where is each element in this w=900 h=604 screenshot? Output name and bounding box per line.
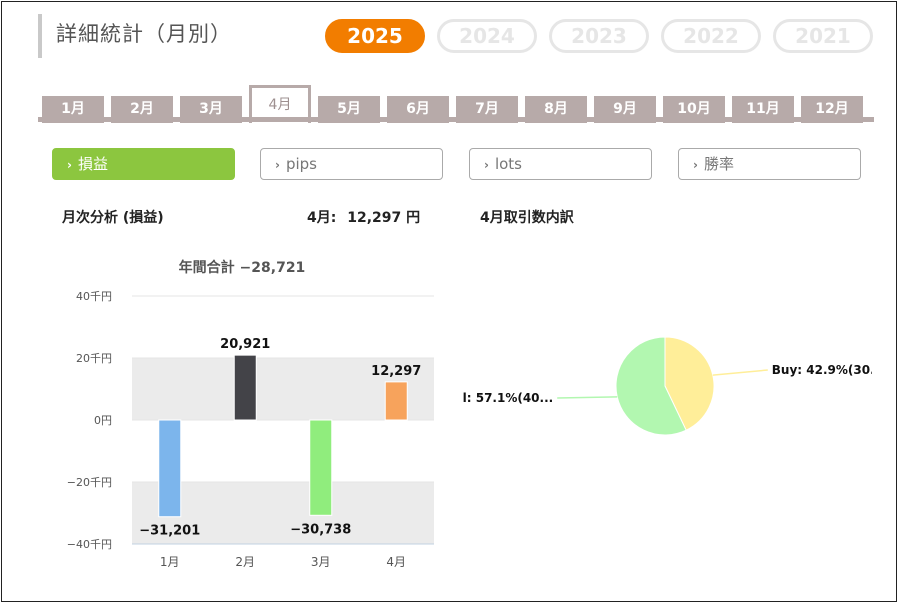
breakdown-title: 4月取引数内訳 bbox=[480, 210, 574, 226]
y-tick-label: 0円 bbox=[94, 414, 112, 427]
chevron-right-icon: › bbox=[67, 158, 72, 172]
tabs-underline bbox=[38, 117, 874, 122]
y-tick-label: −20千円 bbox=[67, 476, 112, 489]
page-title: 詳細統計（月別） bbox=[38, 14, 232, 58]
chevron-right-icon: › bbox=[484, 158, 489, 172]
chart-title: 年間合計 −28,721 bbox=[179, 259, 306, 276]
year-button-2022[interactable]: 2022 bbox=[661, 19, 761, 53]
x-tick-label: 2月 bbox=[235, 555, 255, 569]
bar bbox=[158, 419, 182, 518]
pie-connector bbox=[557, 396, 618, 399]
current-month-value: 12,297 円 bbox=[347, 210, 421, 226]
pie-label: Sell: 57.1%(40... bbox=[462, 391, 553, 405]
year-button-2024[interactable]: 2024 bbox=[437, 19, 537, 53]
pie-label: Buy: 42.9%(30... bbox=[772, 363, 872, 377]
y-tick-label: 20千円 bbox=[76, 352, 112, 365]
data-label: 20,921 bbox=[220, 337, 270, 352]
bar bbox=[384, 381, 408, 421]
chevron-right-icon: › bbox=[275, 158, 280, 172]
data-label: −31,201 bbox=[139, 524, 200, 539]
y-tick-label: 40千円 bbox=[76, 290, 112, 303]
x-tick-label: 1月 bbox=[160, 555, 180, 569]
year-button-2021[interactable]: 2021 bbox=[773, 19, 873, 53]
metric-button-2[interactable]: › lots bbox=[469, 148, 652, 180]
stats-panel: 詳細統計（月別） 2025 2024 2023 2022 2021 1月 2月 3月 4月 5月… bbox=[1, 1, 897, 602]
bar bbox=[233, 354, 257, 421]
metric-label: 損益 bbox=[77, 155, 108, 173]
metric-button-1[interactable]: › pips bbox=[260, 148, 443, 180]
page-title-text: 詳細統計（月別） bbox=[56, 22, 232, 46]
data-label: 12,297 bbox=[371, 364, 421, 379]
monthly-bar-chart: 年間合計 −28,721 40千円 20千円 0円 −20千円 −40千円 −31,201 1… bbox=[67, 259, 434, 569]
data-label: −30,738 bbox=[290, 522, 351, 537]
metric-label: pips bbox=[285, 155, 317, 173]
trade-breakdown-pie-chart: Buy: 42.9%(30... Sell: 57.1%(40... bbox=[462, 336, 872, 436]
year-selector: 2025 2024 2023 2022 2021 bbox=[325, 19, 885, 53]
x-tick-label: 4月 bbox=[386, 555, 406, 569]
metric-button-0[interactable]: › 損益 bbox=[52, 148, 235, 180]
year-button-2023[interactable]: 2023 bbox=[549, 19, 649, 53]
metric-label: 勝率 bbox=[703, 155, 734, 173]
metric-button-3[interactable]: › 勝率 bbox=[678, 148, 861, 180]
chevron-right-icon: › bbox=[693, 158, 698, 172]
current-month-label: 4月: bbox=[307, 210, 337, 226]
bar bbox=[309, 419, 333, 516]
y-tick-label: −40千円 bbox=[67, 538, 112, 551]
current-month-summary: 4月: 12,297 円 bbox=[307, 207, 420, 227]
metric-label: lots bbox=[494, 155, 522, 173]
x-tick-label: 3月 bbox=[311, 555, 331, 569]
year-button-2025[interactable]: 2025 bbox=[325, 19, 425, 53]
analysis-title: 月次分析 (損益) bbox=[62, 210, 164, 226]
pie-connector bbox=[712, 369, 768, 376]
